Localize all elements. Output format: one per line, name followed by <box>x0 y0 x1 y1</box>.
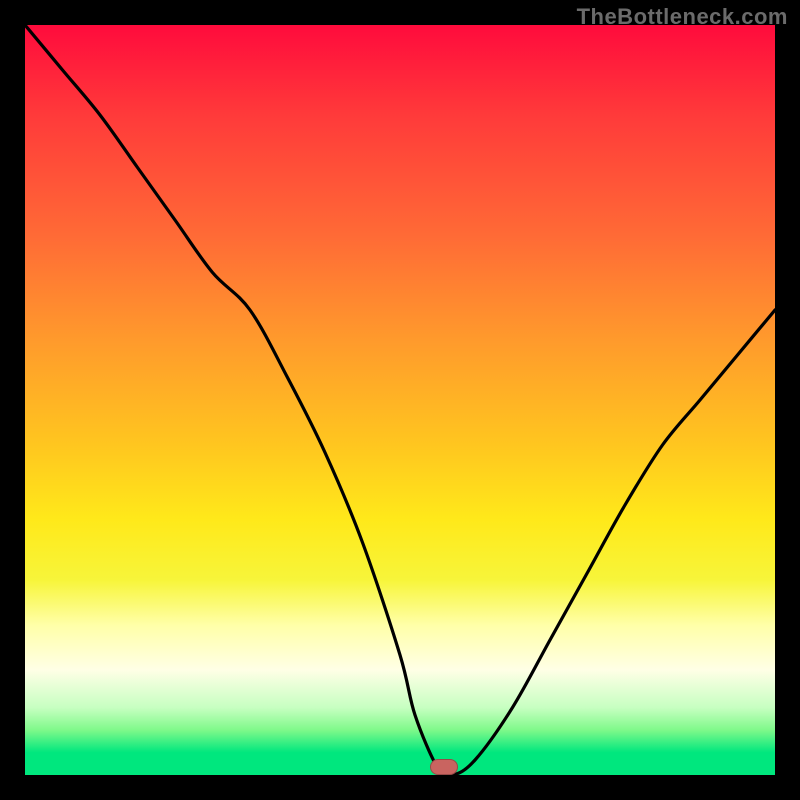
curve-path <box>25 25 775 775</box>
plot-area <box>25 25 775 775</box>
bottleneck-curve <box>25 25 775 775</box>
optimum-marker <box>430 759 458 775</box>
chart-stage: TheBottleneck.com <box>0 0 800 800</box>
